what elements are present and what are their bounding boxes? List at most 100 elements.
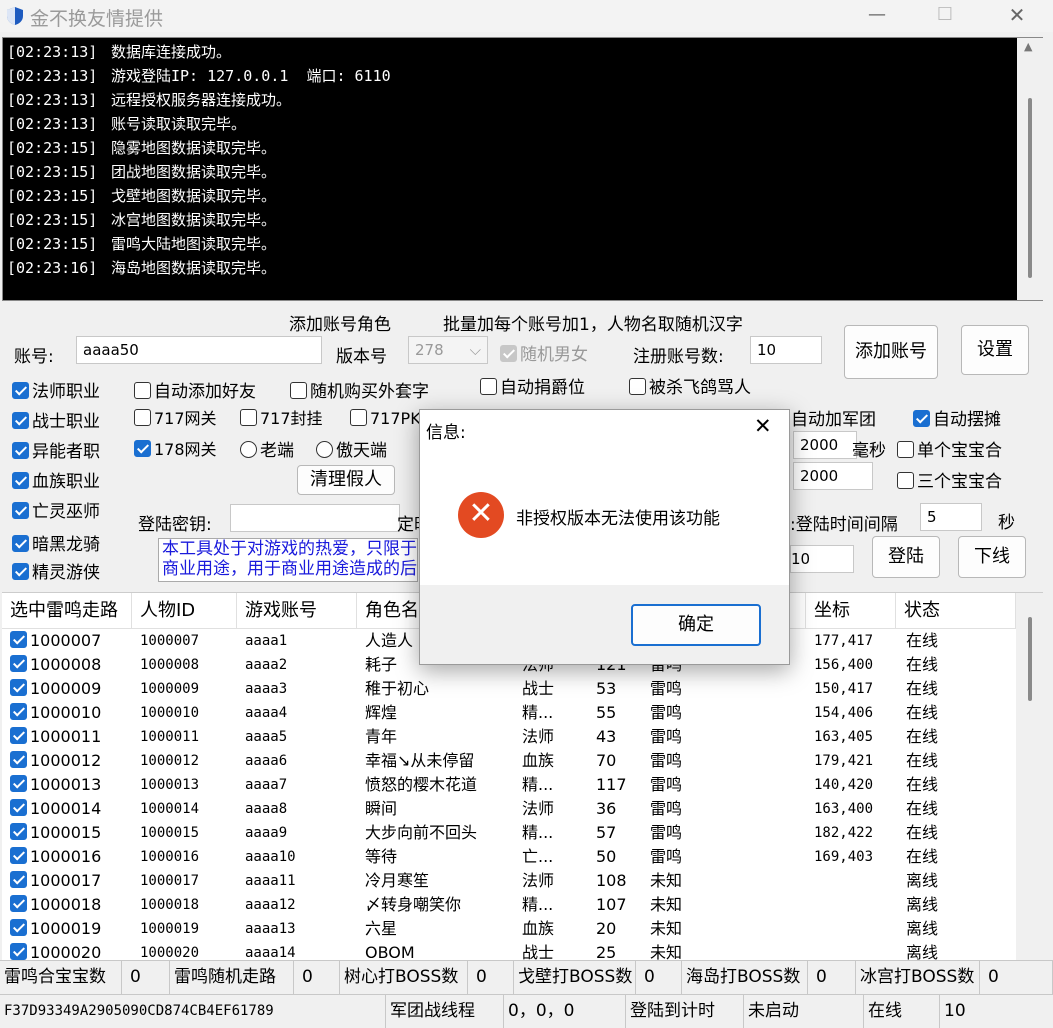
ok-button[interactable]: 确定 <box>631 604 761 646</box>
row-select-checkbox[interactable]: 1000014 <box>10 797 101 821</box>
value-2000-input[interactable]: 2000 <box>793 462 873 490</box>
hang-717-checkbox[interactable]: 717封挂 <box>240 405 323 429</box>
row-select-checkbox[interactable]: 1000012 <box>10 749 101 773</box>
log-timestamp: [02:23:15] <box>7 211 98 229</box>
close-button[interactable]: ✕ <box>994 0 1040 32</box>
checkbox-icon <box>10 919 27 936</box>
auto-stall-checkbox[interactable]: 自动摆摊 <box>913 405 1001 430</box>
column-header[interactable]: 游戏账号 <box>237 593 357 629</box>
random-buy-outfit-checkbox[interactable]: 随机购买外套字 <box>290 377 429 402</box>
row-select-checkbox[interactable]: 1000009 <box>10 677 101 701</box>
table-scrollbar[interactable] <box>1016 593 1043 960</box>
table-row[interactable]: 1000017 1000017 aaaa11 冷月寒笙 法师 108 未知 离线 <box>2 869 1016 893</box>
log-lines: [02:23:13] 数据库连接成功。 [02:23:13] 游戏登陆IP: 127.… <box>7 40 391 280</box>
row-select-checkbox[interactable]: 1000007 <box>10 629 101 653</box>
checkbox-icon <box>290 382 307 399</box>
cell-coordinates <box>814 893 894 917</box>
table-row[interactable]: 1000020 1000020 aaaa14 OBOM 战士 25 未知 离线 <box>2 941 1016 960</box>
stat-label: 树心打BOSS数 <box>340 961 468 994</box>
login-button[interactable]: 登陆 <box>872 536 940 578</box>
row-select-checkbox[interactable]: 1000011 <box>10 725 101 749</box>
row-select-checkbox[interactable]: 1000008 <box>10 653 101 677</box>
log-line: [02:23:15] 戈壁地图数据读取完毕。 <box>7 184 391 208</box>
class-checkbox[interactable]: 精灵游侠 <box>12 558 100 583</box>
version-select[interactable]: 278 ⌵ <box>408 336 488 364</box>
class-checkbox[interactable]: 亡灵巫师 <box>12 497 100 522</box>
gate-717-checkbox[interactable]: 717网关 <box>134 405 217 429</box>
killed-curse-checkbox[interactable]: 被杀飞鸽骂人 <box>629 373 751 398</box>
checkbox-icon <box>10 727 27 744</box>
partial-input[interactable]: 10 <box>790 545 854 573</box>
table-row[interactable]: 1000014 1000014 aaaa8 瞬间 法师 36 雷鸣 163,400 在线 <box>2 797 1016 821</box>
minimize-button[interactable]: — <box>854 0 900 32</box>
table-scroll-thumb[interactable] <box>1028 617 1032 701</box>
triple-treasure-checkbox[interactable]: 三个宝宝合 <box>897 467 1002 492</box>
settings-button[interactable]: 设置 <box>961 325 1029 375</box>
cell-map: 雷鸣 <box>650 751 683 770</box>
console-scrollbar[interactable]: ▲ <box>1017 38 1043 300</box>
reg-count-input[interactable]: 10 <box>750 336 822 364</box>
log-line: [02:23:15] 雷鸣大陆地图读取完毕。 <box>7 232 391 256</box>
cell-account: aaaa8 <box>245 801 288 817</box>
single-treasure-checkbox[interactable]: 单个宝宝合 <box>897 436 1002 461</box>
auto-donate-checkbox[interactable]: 自动捐爵位 <box>480 373 585 398</box>
aotian-server-radio[interactable]: 傲天端 <box>316 436 387 461</box>
table-row[interactable]: 1000016 1000016 aaaa10 等待 亡... 50 雷鸣 169,403 在线 <box>2 845 1016 869</box>
cell-character-name: 稚于初心 <box>365 679 430 698</box>
table-row[interactable]: 1000018 1000018 aaaa12 〆转身嘲笑你 精... 107 未知 离线 <box>2 893 1016 917</box>
log-timestamp: [02:23:13] <box>7 91 98 109</box>
class-checkbox[interactable]: 法师职业 <box>12 377 100 402</box>
auto-join-legion-checkbox[interactable]: 自动加军团 <box>791 405 876 430</box>
login-interval-input[interactable]: 5 <box>920 503 982 531</box>
auto-add-friend-checkbox[interactable]: 自动添加好友 <box>134 377 256 402</box>
ms-input[interactable]: 2000 <box>793 431 857 459</box>
add-account-button[interactable]: 添加账号 <box>844 325 938 379</box>
row-select-checkbox[interactable]: 1000020 <box>10 941 101 960</box>
row-select-checkbox[interactable]: 1000018 <box>10 893 101 917</box>
gate-178-checkbox[interactable]: 178网关 <box>134 436 217 460</box>
row-select-checkbox[interactable]: 1000013 <box>10 773 101 797</box>
clean-fake-button[interactable]: 清理假人 <box>297 465 395 495</box>
class-checkbox[interactable]: 战士职业 <box>12 407 100 432</box>
class-checkbox[interactable]: 血族职业 <box>12 467 100 492</box>
cell-level: 25 <box>596 943 617 960</box>
row-select-checkbox[interactable]: 1000017 <box>10 869 101 893</box>
class-checkbox[interactable]: 异能者职 <box>12 437 100 462</box>
account-input[interactable]: aaaa50 <box>76 336 322 364</box>
table-row[interactable]: 1000015 1000015 aaaa9 大步向前不回头 精... 57 雷鸣 182,42… <box>2 821 1016 845</box>
table-row[interactable]: 1000010 1000010 aaaa4 辉煌 精... 55 雷鸣 154,406 在线 <box>2 701 1016 725</box>
row-select-checkbox[interactable]: 1000010 <box>10 701 101 725</box>
cell-character-name: OBOM <box>365 943 415 960</box>
table-row[interactable]: 1000009 1000009 aaaa3 稚于初心 战士 53 雷鸣 150,417 在线 <box>2 677 1016 701</box>
row-select-checkbox[interactable]: 1000015 <box>10 821 101 845</box>
old-server-radio[interactable]: 老端 <box>240 436 294 461</box>
row-select-checkbox[interactable]: 1000016 <box>10 845 101 869</box>
column-header[interactable]: 选中雷鸣走路 <box>2 593 132 629</box>
table-row[interactable]: 1000012 1000012 aaaa6 幸福↘从未停留 血族 70 雷鸣 179,421 在… <box>2 749 1016 773</box>
column-header[interactable]: 人物ID <box>132 593 237 629</box>
dialog-close-button[interactable]: ✕ <box>754 414 772 438</box>
cell-job: 精... <box>522 823 554 842</box>
cell-coordinates: 179,421 <box>814 753 874 769</box>
console-scroll-thumb[interactable] <box>1028 98 1032 278</box>
log-console[interactable]: [02:23:13] 数据库连接成功。 [02:23:13] 游戏登陆IP: 127.… <box>2 37 1043 301</box>
row-select-checkbox[interactable]: 1000019 <box>10 917 101 941</box>
login-key-input[interactable] <box>230 504 400 532</box>
cell-character-id: 1000012 <box>140 753 200 769</box>
notice-textbox[interactable]: 本工具处于对游戏的热爱，只限于学习交流，不得用于 商业用途，用于商业用途造成的后… <box>158 538 418 582</box>
random-gender-checkbox[interactable]: 随机男女 <box>500 340 588 365</box>
table-row[interactable]: 1000013 1000013 aaaa7 愤怒的樱木花道 精... 117 雷鸣 140,4… <box>2 773 1016 797</box>
column-header[interactable]: 坐标 <box>806 593 896 629</box>
stat-label: 戈壁打BOSS数 <box>514 961 636 994</box>
scroll-up-icon[interactable]: ▲ <box>1024 40 1032 53</box>
checkbox-icon <box>10 871 27 888</box>
dialog-message: 非授权版本无法使用该功能 <box>516 509 720 529</box>
column-header[interactable]: 状态 <box>896 593 1016 629</box>
class-checkbox[interactable]: 暗黑龙骑 <box>12 530 100 555</box>
table-row[interactable]: 1000011 1000011 aaaa5 青年 法师 43 雷鸣 163,405 在线 <box>2 725 1016 749</box>
login-key-label: 登陆密钥: <box>138 515 212 535</box>
logout-button[interactable]: 下线 <box>958 536 1026 578</box>
table-row[interactable]: 1000019 1000019 aaaa13 六星 血族 20 未知 离线 <box>2 917 1016 941</box>
maximize-button[interactable]: ☐ <box>922 0 968 32</box>
info-dialog[interactable]: 信息: ✕ ✕ 非授权版本无法使用该功能 确定 <box>419 409 790 665</box>
